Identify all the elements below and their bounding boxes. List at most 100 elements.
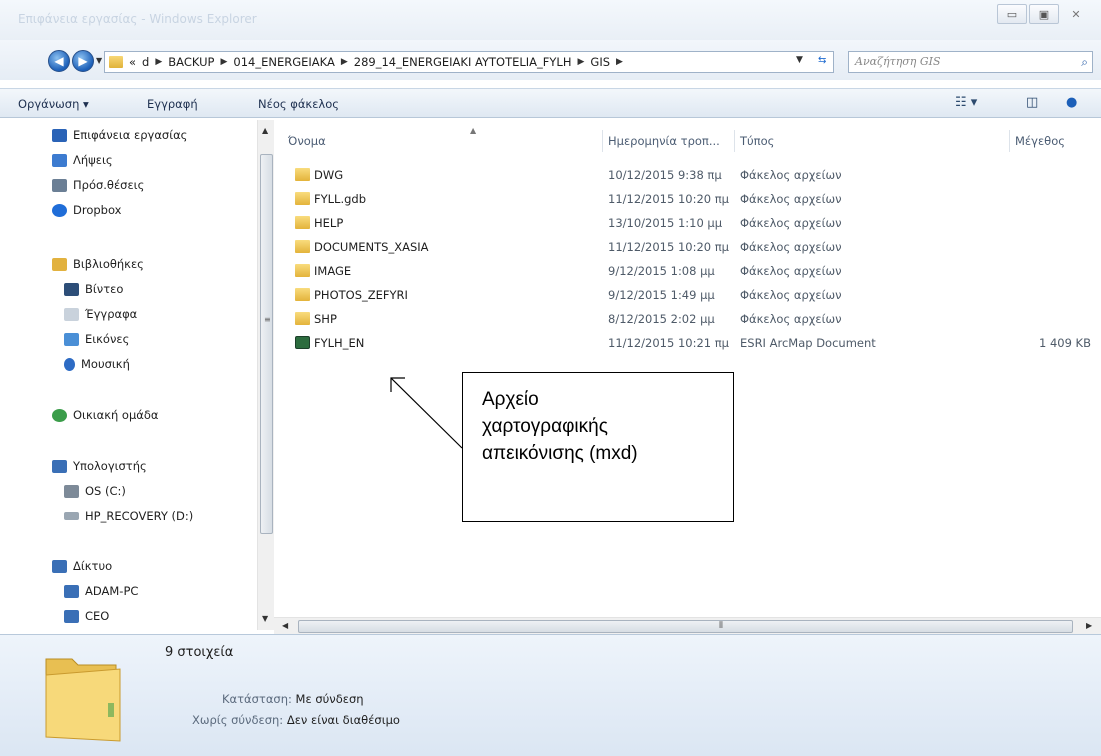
sidebar-item-homegroup[interactable]: Οικιακή ομάδα <box>52 408 158 422</box>
sidebar-item-libraries[interactable]: Βιβλιοθήκες <box>52 257 144 271</box>
large-folder-icon <box>45 658 121 742</box>
scroll-down-icon[interactable]: ▼ <box>262 614 268 623</box>
table-row[interactable]: PHOTOS_ZEFYRI 9/12/2015 1:49 μμ Φάκελος … <box>274 284 1101 308</box>
sidebar-item-network[interactable]: Δίκτυο <box>52 559 112 573</box>
sidebar-item-drive-c[interactable]: OS (C:) <box>64 484 126 498</box>
status-line: Κατάσταση: Με σύνδεση <box>222 692 364 706</box>
column-header-type[interactable]: Τύπος <box>740 134 774 148</box>
search-icon[interactable]: ⌕ <box>1081 55 1088 70</box>
column-header-date[interactable]: Ημερομηνία τροπ... <box>608 134 720 148</box>
sidebar-item-video[interactable]: Βίντεο <box>64 282 123 296</box>
callout-line: χαρτογραφικής <box>482 416 608 437</box>
breadcrumb-separator-icon[interactable]: ▶ <box>577 57 584 67</box>
offline-key: Χωρίς σύνδεση: <box>192 713 284 727</box>
folder-icon <box>295 192 310 205</box>
folder-icon <box>295 288 310 301</box>
sidebar-item-documents[interactable]: Έγγραφα <box>64 307 137 321</box>
breadcrumb-d[interactable]: d <box>142 55 149 69</box>
breadcrumb-overflow[interactable]: « <box>129 55 136 69</box>
back-button[interactable]: ◀ <box>48 50 70 72</box>
recent-pages-chevron-icon[interactable]: ▼ <box>96 56 102 65</box>
refresh-icon[interactable]: ⇆ <box>818 55 826 66</box>
homegroup-icon <box>52 408 67 422</box>
table-row[interactable]: IMAGE 9/12/2015 1:08 μμ Φάκελος αρχείων <box>274 260 1101 284</box>
close-button[interactable]: ✕ <box>1061 4 1091 24</box>
sidebar-item-music[interactable]: Μουσική <box>64 357 130 371</box>
table-row[interactable]: SHP 8/12/2015 2:02 μμ Φάκελος αρχείων <box>274 308 1101 332</box>
breadcrumb-separator-icon[interactable]: ▶ <box>341 57 348 67</box>
pc-icon <box>64 609 79 623</box>
grip-icon: ≡ <box>264 315 271 324</box>
table-row[interactable]: DOCUMENTS_XASIA 11/12/2015 10:20 πμ Φάκε… <box>274 236 1101 260</box>
libraries-icon <box>52 257 67 271</box>
column-divider[interactable] <box>1009 130 1010 152</box>
computer-icon <box>52 459 67 473</box>
navigation-pane: Επιφάνεια εργασίας Λήψεις Πρόσ.θέσεις Dr… <box>0 120 257 630</box>
table-row[interactable]: FYLL.gdb 11/12/2015 10:20 πμ Φάκελος αρχ… <box>274 188 1101 212</box>
address-dropdown-icon[interactable]: ▼ <box>796 55 803 65</box>
back-arrow-icon: ◀ <box>54 54 64 68</box>
column-divider[interactable] <box>734 130 735 152</box>
column-divider[interactable] <box>602 130 603 152</box>
table-row[interactable]: FYLH_EN 11/12/2015 10:21 πμ ESRI ArcMap … <box>274 332 1101 356</box>
breadcrumb-backup[interactable]: BACKUP <box>168 55 214 69</box>
sidebar-item-dropbox[interactable]: Dropbox <box>52 203 121 217</box>
breadcrumb-energeiaka[interactable]: 014_ENERGEIAKA <box>233 55 334 69</box>
offline-line: Χωρίς σύνδεση: Δεν είναι διαθέσιμο <box>192 713 400 727</box>
breadcrumb-separator-icon[interactable]: ▶ <box>616 57 623 67</box>
window-controls: ▭ ▣ ✕ <box>997 4 1091 24</box>
minimize-button[interactable]: ▭ <box>997 4 1027 24</box>
sidebar-item-recent-places[interactable]: Πρόσ.θέσεις <box>52 178 144 192</box>
file-list-scrollbar[interactable]: ◀ ⦀ ▶ <box>274 617 1101 634</box>
help-icon[interactable]: ● <box>1066 95 1077 110</box>
callout-line: Αρχείο <box>482 389 539 410</box>
table-row[interactable]: HELP 13/10/2015 1:10 μμ Φάκελος αρχείων <box>274 212 1101 236</box>
breadcrumb-gis[interactable]: GIS <box>590 55 610 69</box>
arcmap-document-icon <box>295 336 310 349</box>
sidebar-item-desktop[interactable]: Επιφάνεια εργασίας <box>52 128 187 142</box>
callout-line: απεικόνισης (mxd) <box>482 443 638 464</box>
drive-d-icon <box>64 512 79 520</box>
scroll-up-icon[interactable]: ▲ <box>262 126 268 135</box>
desktop-icon <box>52 128 67 142</box>
sidebar-item-pictures[interactable]: Εικόνες <box>64 332 129 346</box>
burn-button[interactable]: Εγγραφή <box>147 97 198 111</box>
forward-arrow-icon: ▶ <box>78 54 88 68</box>
file-list-scroll-thumb[interactable]: ⦀ <box>298 620 1073 633</box>
change-view-icon[interactable]: ☷ ▾ <box>955 95 977 110</box>
breadcrumb-separator-icon[interactable]: ▶ <box>220 57 227 67</box>
preview-pane-icon[interactable]: ◫ <box>1026 95 1038 110</box>
sidebar-item-ceo[interactable]: CEO <box>64 609 109 623</box>
address-row: ◀ ▶ ▼ « d ▶ BACKUP ▶ 014_ENERGEIAKA ▶ 28… <box>0 40 1101 80</box>
pc-icon <box>64 584 79 598</box>
column-header-size[interactable]: Μέγεθος <box>1015 134 1065 148</box>
title-bar: Επιφάνεια εργασίας - Windows Explorer ▭ … <box>0 0 1101 40</box>
column-header-name[interactable]: Όνομα <box>288 134 326 148</box>
search-input[interactable]: Αναζήτηση GIS ⌕ <box>848 51 1093 73</box>
sidebar-item-downloads[interactable]: Λήψεις <box>52 153 113 167</box>
table-row[interactable]: DWG 10/12/2015 9:38 πμ Φάκελος αρχείων <box>274 164 1101 188</box>
sidebar-item-adam-pc[interactable]: ADAM-PC <box>64 584 138 598</box>
folder-icon <box>295 168 310 181</box>
new-folder-button[interactable]: Νέος φάκελος <box>258 97 339 111</box>
scroll-left-icon[interactable]: ◀ <box>282 621 288 630</box>
maximize-button[interactable]: ▣ <box>1029 4 1059 24</box>
sidebar-scroll-thumb[interactable]: ≡ <box>260 154 273 534</box>
organize-menu-button[interactable]: Οργάνωση ▾ <box>18 97 89 111</box>
address-bar[interactable]: « d ▶ BACKUP ▶ 014_ENERGEIAKA ▶ 289_14_E… <box>104 51 834 73</box>
recent-places-icon <box>52 178 67 192</box>
sidebar-scrollbar[interactable]: ▲ ≡ ▼ <box>257 120 274 630</box>
sidebar-item-computer[interactable]: Υπολογιστής <box>52 459 147 473</box>
documents-icon <box>64 307 79 321</box>
window-title: Επιφάνεια εργασίας - Windows Explorer <box>18 12 257 26</box>
sort-ascending-icon: ▲ <box>470 126 477 135</box>
breadcrumb-separator-icon[interactable]: ▶ <box>155 57 162 67</box>
sidebar-item-drive-d[interactable]: HP_RECOVERY (D:) <box>64 509 193 523</box>
breadcrumb-project[interactable]: 289_14_ENERGEIAKI AYTOTELIA_FYLH <box>354 55 572 69</box>
scroll-right-icon[interactable]: ▶ <box>1086 621 1092 630</box>
forward-button[interactable]: ▶ <box>72 50 94 72</box>
grip-icon: ⦀ <box>719 621 723 631</box>
file-list: Όνομα ▲ Ημερομηνία τροπ... Τύπος Μέγεθος… <box>274 120 1101 616</box>
video-icon <box>64 282 79 296</box>
offline-value: Δεν είναι διαθέσιμο <box>286 713 400 727</box>
